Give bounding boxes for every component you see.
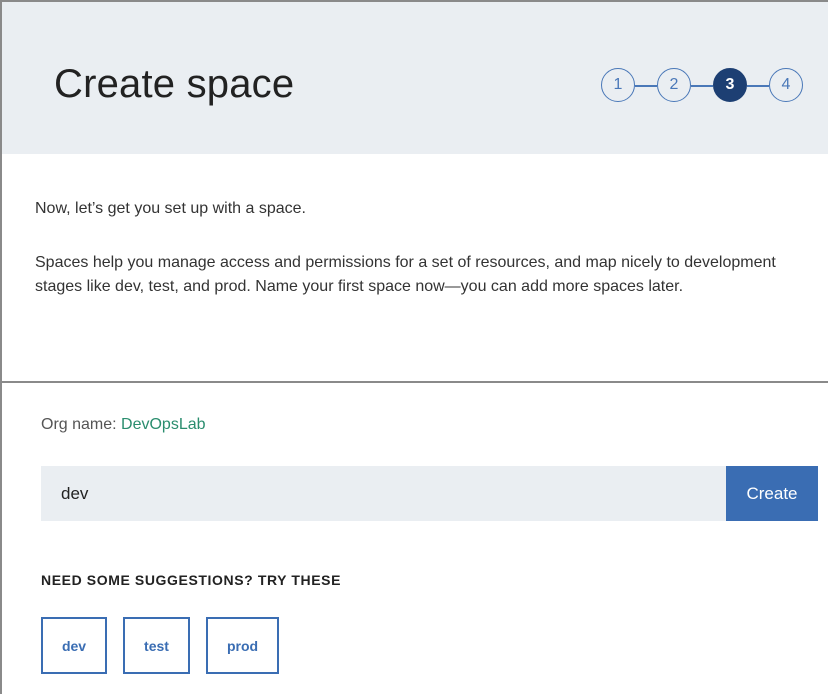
intro-text: Now, let’s get you set up with a space. …	[35, 197, 815, 299]
page-title: Create space	[54, 62, 295, 106]
suggestion-prod-button[interactable]: prod	[206, 617, 279, 674]
step-connector	[691, 85, 713, 87]
intro-line-2: Spaces help you manage access and permis…	[35, 254, 776, 295]
step-connector	[747, 85, 769, 87]
space-name-input[interactable]	[41, 466, 726, 521]
suggestion-test-button[interactable]: test	[123, 617, 190, 674]
intro-line-1: Now, let’s get you set up with a space.	[35, 200, 306, 217]
step-3-current: 3	[713, 68, 747, 102]
step-2[interactable]: 2	[657, 68, 691, 102]
org-name-value: DevOpsLab	[121, 416, 206, 433]
org-name-label: Org name:	[41, 416, 122, 433]
suggestion-dev-button[interactable]: dev	[41, 617, 107, 674]
step-connector	[635, 85, 657, 87]
create-button[interactable]: Create	[726, 466, 818, 521]
step-1[interactable]: 1	[601, 68, 635, 102]
step-4: 4	[769, 68, 803, 102]
org-name-row: Org name: DevOpsLab	[41, 416, 206, 434]
suggestions-heading: NEED SOME SUGGESTIONS? TRY THESE	[41, 572, 342, 588]
progress-stepper: 1 2 3 4	[601, 68, 811, 104]
header: Create space 1 2 3 4	[2, 2, 828, 154]
section-divider	[2, 381, 828, 383]
